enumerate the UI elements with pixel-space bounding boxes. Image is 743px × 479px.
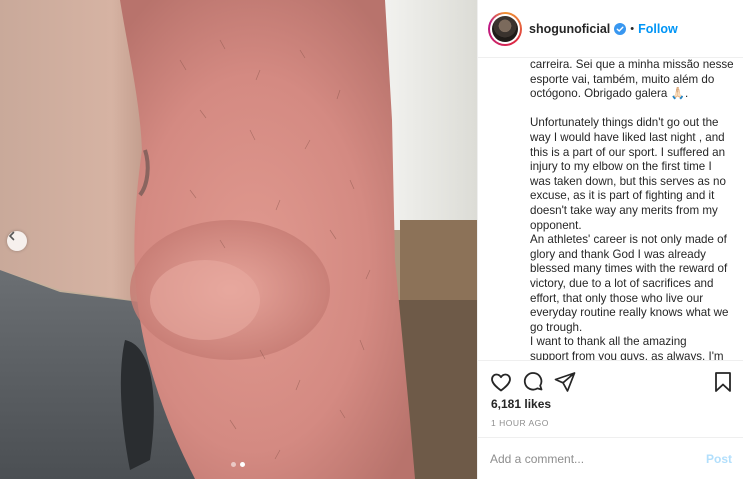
- caption-paragraph-en-2: An athletes' career is not only made of …: [530, 233, 729, 334]
- caption-paragraph-pt: carreira. Sei que a minha missão nesse e…: [530, 58, 734, 101]
- follow-button[interactable]: Follow: [638, 22, 678, 36]
- carousel-dot: [231, 462, 236, 467]
- post-header: shogunoficial • Follow: [478, 0, 743, 58]
- caption-paragraph-en-3: I want to thank all the amazing support …: [530, 335, 724, 360]
- comment-bar: Post: [478, 437, 743, 479]
- caption-paragraph-en-1: Unfortunately things didn't go out the w…: [530, 116, 726, 232]
- header-separator: •: [630, 22, 635, 35]
- story-ring[interactable]: [488, 11, 522, 46]
- post-photo[interactable]: [0, 0, 477, 479]
- comment-input[interactable]: [490, 449, 690, 469]
- verified-badge-icon: [614, 22, 627, 35]
- comment-icon[interactable]: [521, 370, 545, 394]
- carousel-indicator: [231, 462, 245, 467]
- post-timestamp[interactable]: 1 HOUR AGO: [491, 418, 549, 428]
- avatar: [492, 15, 518, 42]
- carousel-dot-active: [240, 462, 245, 467]
- carousel-prev-button[interactable]: [7, 231, 27, 251]
- elbow-injury-image: [0, 0, 477, 479]
- bookmark-icon[interactable]: [711, 370, 735, 394]
- caption: carreira. Sei que a minha missão nesse e…: [530, 58, 740, 360]
- action-bar: [478, 360, 743, 400]
- heart-icon[interactable]: [489, 370, 513, 394]
- post-side-panel: shogunoficial • Follow carreira. Sei que…: [477, 0, 743, 479]
- paper-plane-icon[interactable]: [553, 370, 577, 394]
- post-comment-button[interactable]: Post: [706, 452, 732, 466]
- likes-count[interactable]: 6,181 likes: [491, 397, 551, 411]
- chevron-left-icon: [8, 231, 15, 241]
- username-link[interactable]: shogunoficial: [529, 22, 610, 36]
